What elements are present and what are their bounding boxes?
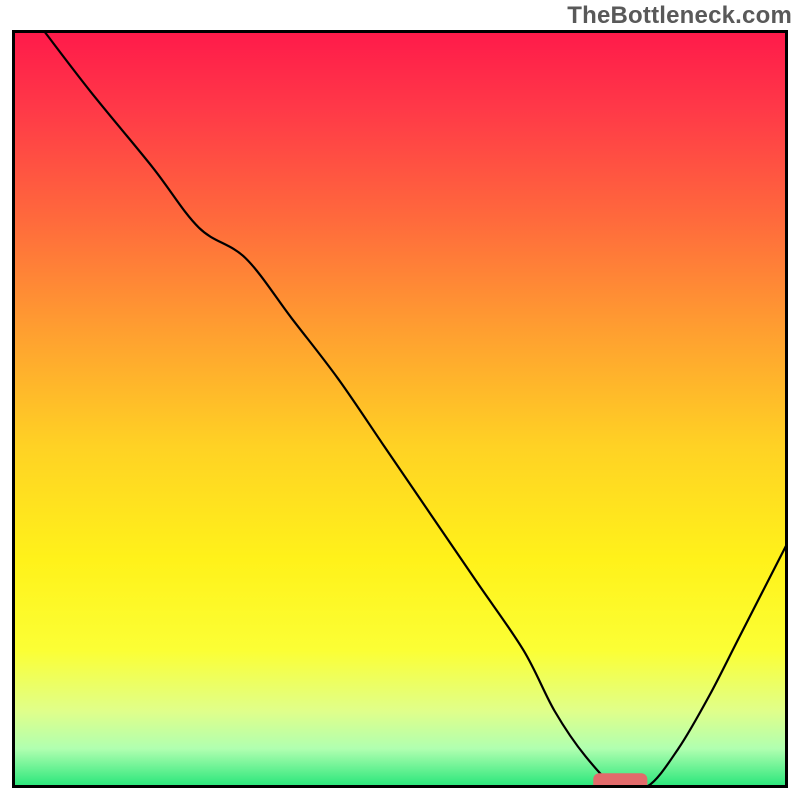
plot-svg xyxy=(12,30,788,788)
watermark-label: TheBottleneck.com xyxy=(567,2,792,30)
plot-frame xyxy=(12,30,788,788)
heat-gradient-background xyxy=(14,32,787,787)
chart-container: TheBottleneck.com xyxy=(0,0,800,800)
